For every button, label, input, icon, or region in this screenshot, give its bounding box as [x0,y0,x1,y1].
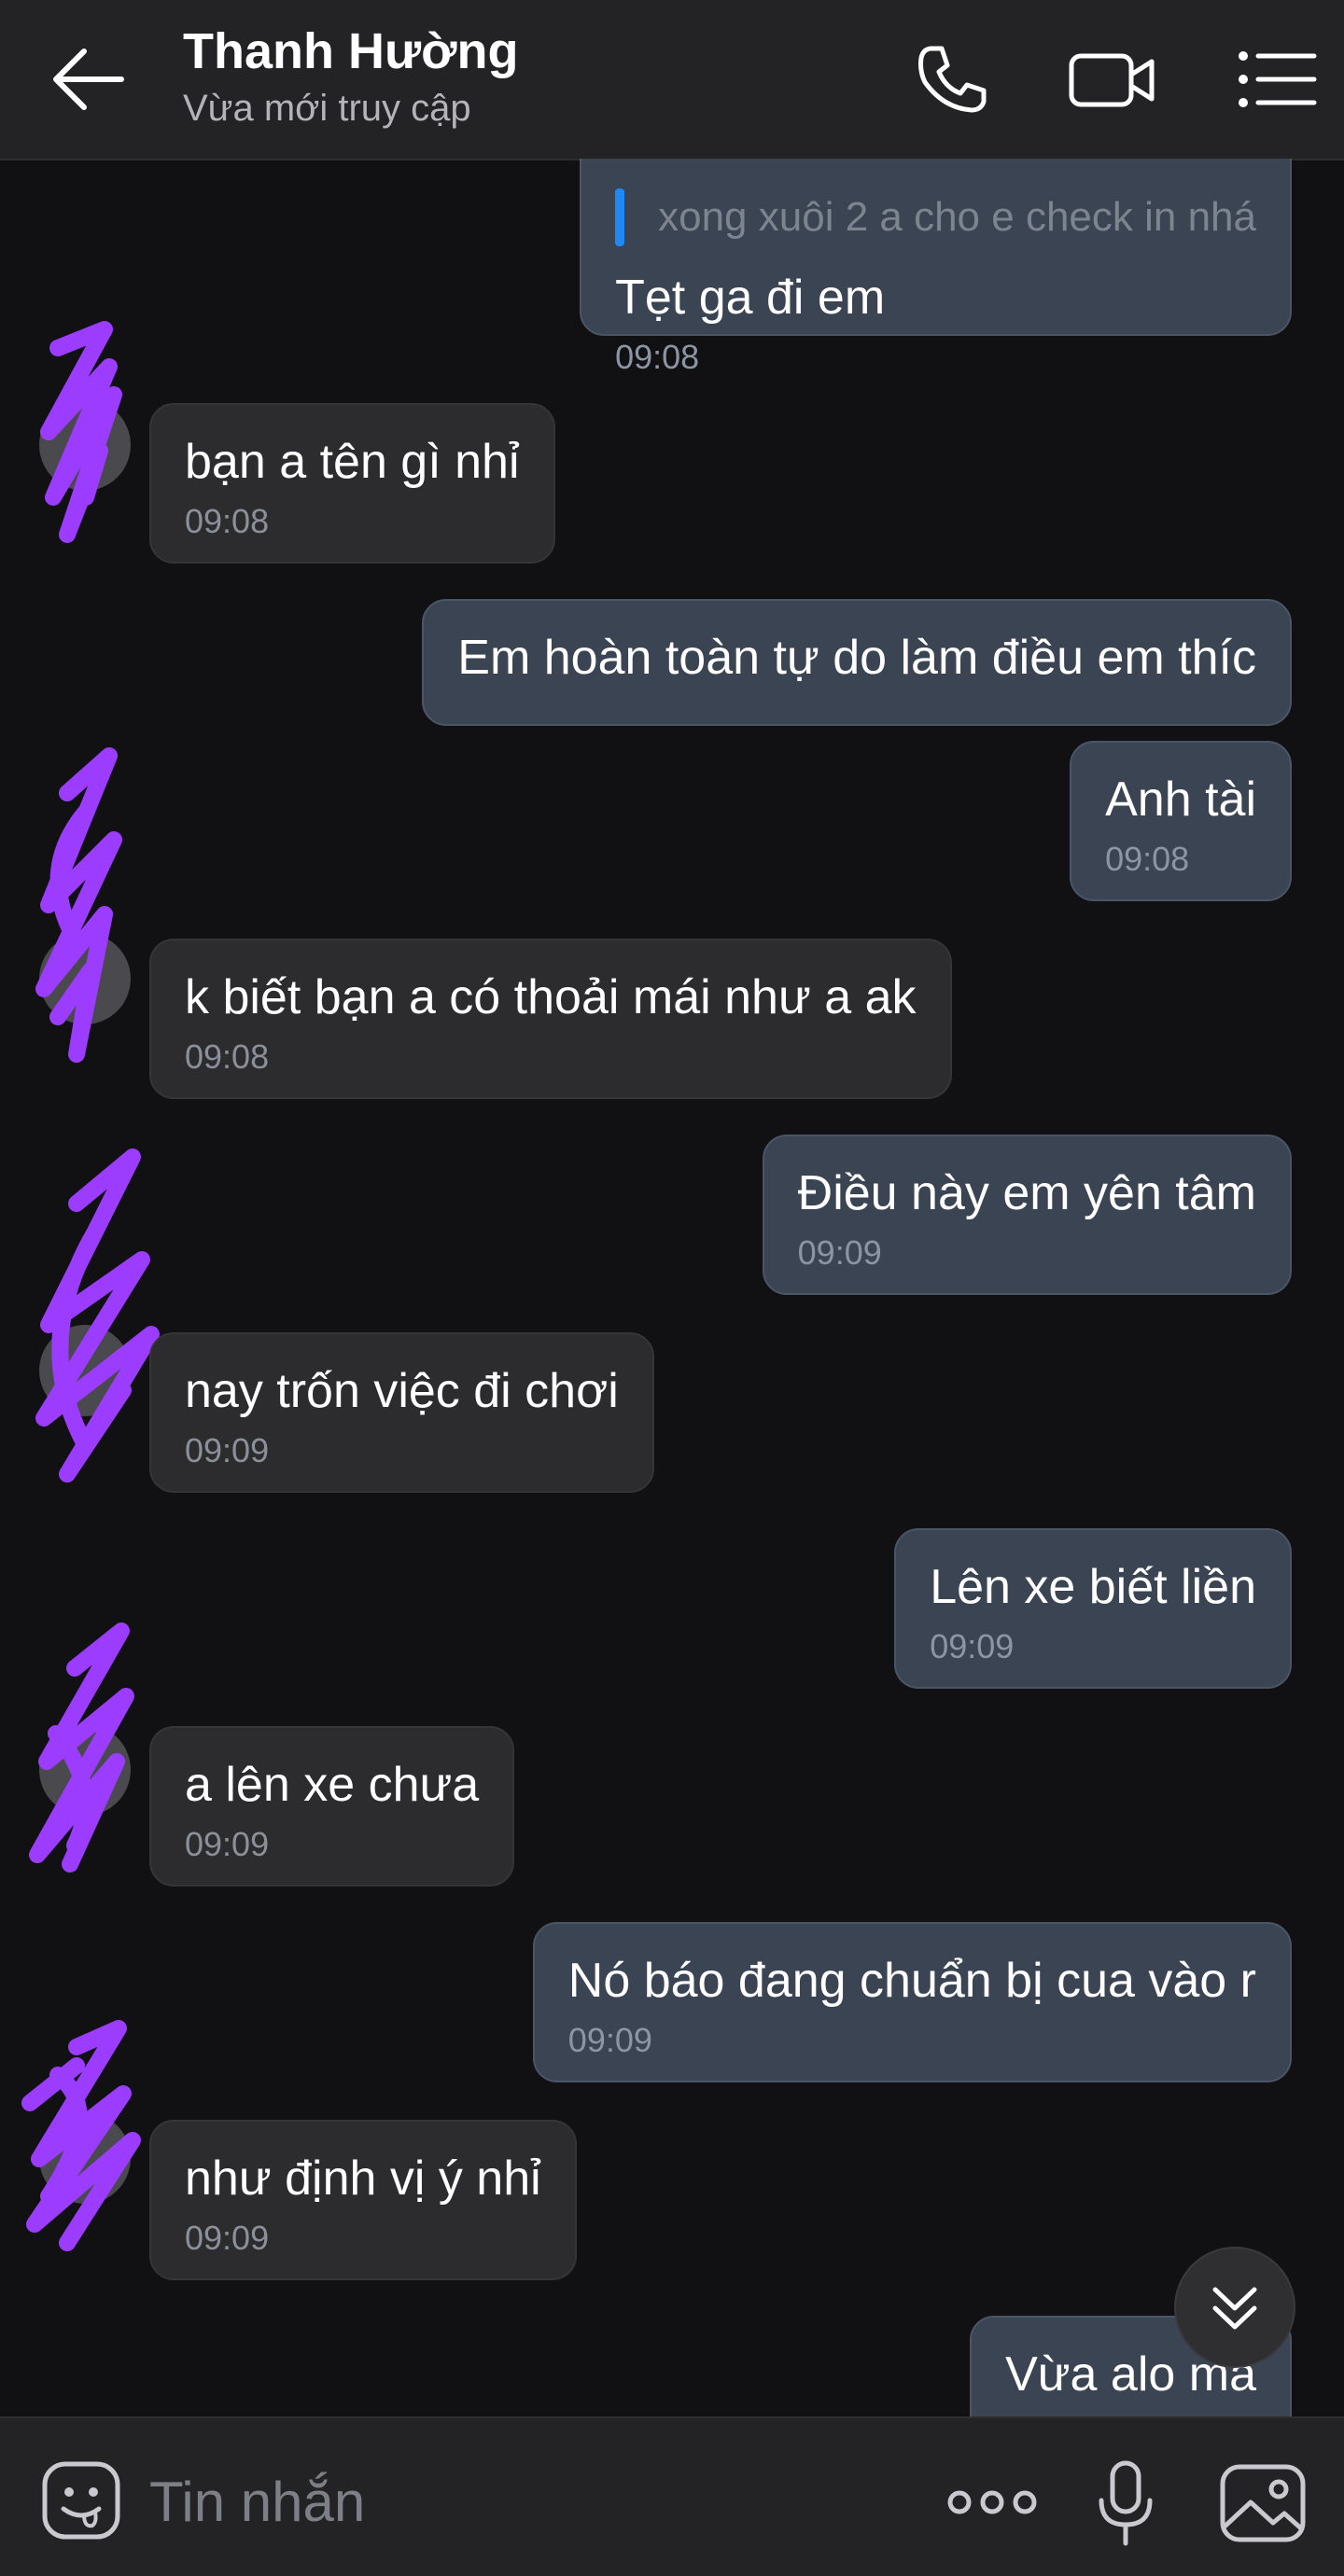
emoji-icon[interactable] [41,2460,121,2541]
quoted-message[interactable]: xong xuôi 2 a cho e check in nhá [615,188,1256,246]
message-input[interactable] [149,2467,803,2536]
message-text: Nó báo đang chuẩn bị cua vào r [567,1954,1256,2008]
scribble-overlay [21,2020,141,2251]
phone-icon[interactable] [910,37,994,121]
contact-name[interactable]: Thanh Hường [183,22,518,80]
message-outgoing[interactable]: Em hoàn toàn tự do làm điều em thíc [422,599,1292,726]
message-text: Em hoàn toàn tự do làm điều em thíc [457,631,1256,685]
avatar[interactable] [39,321,131,543]
message-text: k biết bạn a có thoải mái như a ak [185,970,917,1024]
microphone-icon[interactable] [1079,2456,1172,2549]
message-text: a lên xe chưa [185,1758,480,1812]
image-icon[interactable] [1215,2456,1312,2549]
message-text: Anh tài [1105,773,1256,827]
message-outgoing[interactable]: Lên xe biết liền 09:09 [894,1528,1292,1689]
message-time: 09:08 [1105,840,1190,878]
video-camera-icon[interactable] [1066,37,1159,121]
double-chevron-down-icon [1212,2287,1257,2330]
message-incoming[interactable]: k biết bạn a có thoải mái như a ak 09:08 [149,939,952,1099]
message-outgoing[interactable]: xong xuôi 2 a cho e check in nhá Tẹt ga … [580,159,1292,376]
message-text: Tẹt ga đi em [615,271,886,325]
scribble-overlay [35,747,122,1063]
avatar[interactable] [29,1622,134,1873]
message-list[interactable]: xong xuôi 2 a cho e check in nhá Tẹt ga … [0,159,1344,2416]
message-time: 09:09 [797,1233,882,1272]
contact-status: Vừa mới truy cập [183,88,471,129]
message-incoming[interactable]: nay trốn việc đi chơi 09:09 [149,1332,654,1493]
message-time: 09:08 [185,1037,270,1076]
message-incoming[interactable]: a lên xe chưa 09:09 [149,1726,515,1887]
message-time: 09:08 [615,338,700,376]
message-text: bạn a tên gì nhỉ [185,435,520,489]
message-composer [0,2416,1344,2576]
message-outgoing[interactable]: Nó báo đang chuẩn bị cua vào r 09:09 [532,1922,1292,2082]
more-options-icon[interactable] [941,2456,1043,2549]
message-text: như định vị ý nhỉ [185,2151,541,2206]
message-time: 09:09 [930,1627,1015,1665]
message-time: 09:09 [185,2219,270,2257]
scroll-to-bottom-button[interactable] [1174,2247,1295,2368]
message-time: 09:09 [567,2021,652,2059]
message-text: Lên xe biết liền [930,1560,1256,1614]
message-incoming[interactable]: bạn a tên gì nhỉ 09:08 [149,403,555,564]
message-text: nay trốn việc đi chơi [185,1364,619,1418]
message-outgoing[interactable]: Điều này em yên tâm 09:09 [762,1135,1292,1295]
message-outgoing[interactable]: Anh tài 09:08 [1070,741,1292,901]
message-time: 09:09 [185,1431,270,1469]
message-text: Điều này em yên tâm [797,1166,1256,1220]
avatar[interactable] [35,1149,160,1483]
menu-list-icon[interactable] [1230,37,1323,121]
scribble-overlay [29,1622,134,1873]
avatar[interactable] [21,2020,141,2251]
scribble-overlay [40,321,122,543]
avatar[interactable] [35,747,131,1063]
message-time: 09:08 [185,502,270,540]
message-time: 09:09 [185,1825,270,1863]
message-incoming[interactable]: như định vị ý nhỉ 09:09 [149,2120,577,2280]
back-arrow-icon[interactable] [49,42,133,117]
chat-header: Thanh Hường Vừa mới truy cập [0,0,1344,160]
